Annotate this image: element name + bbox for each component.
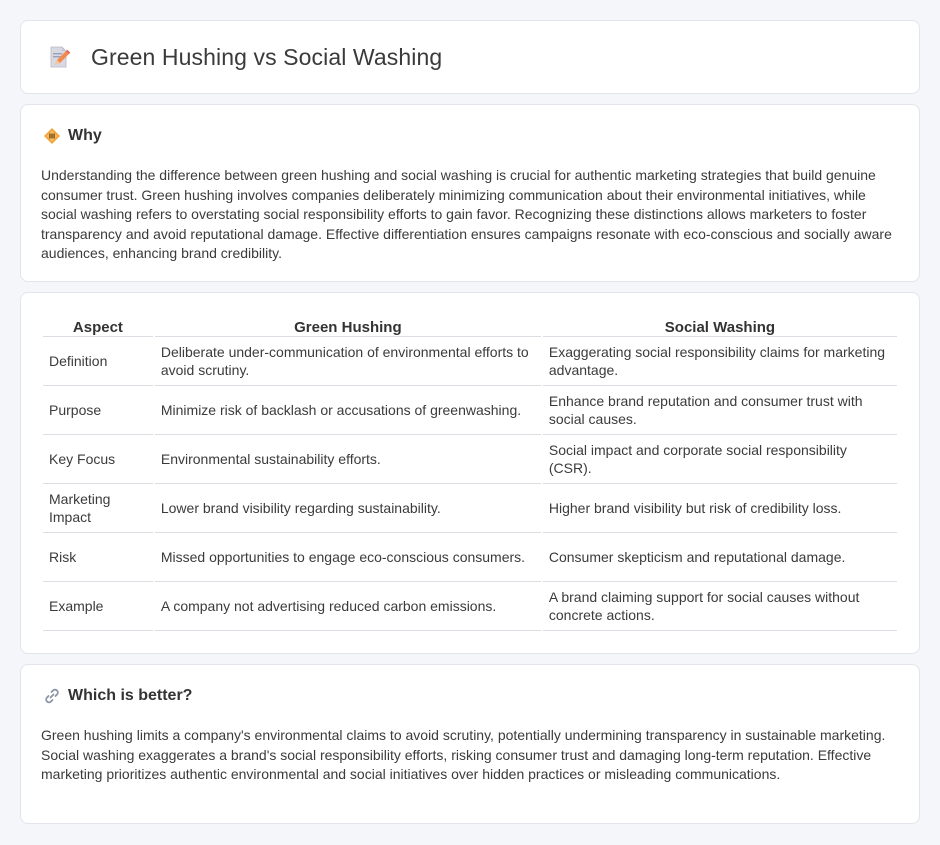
column-header-social-washing: Social Washing xyxy=(542,315,897,337)
why-paragraph: Understanding the difference between gre… xyxy=(41,167,892,262)
why-heading: Why xyxy=(68,127,102,144)
social-washing-cell: Enhance brand reputation and consumer tr… xyxy=(542,386,897,435)
social-washing-cell: Social impact and corporate social respo… xyxy=(542,435,897,484)
table-header-row: Aspect Green Hushing Social Washing xyxy=(43,315,897,337)
page-title: Green Hushing vs Social Washing xyxy=(91,43,443,70)
aspect-cell: Marketing Impact xyxy=(43,484,153,533)
link-icon xyxy=(45,688,59,704)
social-washing-cell: Higher brand visibility but risk of cred… xyxy=(542,484,897,533)
social-washing-cell: Exaggerating social responsibility claim… xyxy=(542,337,897,386)
table-row: Key Focus Environmental sustainability e… xyxy=(43,435,897,484)
why-section: Why Understanding the difference between… xyxy=(20,104,920,282)
comparison-table: Aspect Green Hushing Social Washing Defi… xyxy=(41,315,899,631)
better-heading: Which is better? xyxy=(68,687,193,704)
why-heading-row: Why xyxy=(43,127,102,145)
which-is-better-section: Which is better? Green hushing limits a … xyxy=(20,664,920,824)
title-card: Green Hushing vs Social Washing xyxy=(20,20,920,94)
column-header-green-hushing: Green Hushing xyxy=(154,315,541,337)
aspect-cell: Example xyxy=(43,582,153,631)
table-row: Definition Deliberate under-communicatio… xyxy=(43,337,897,386)
table-row: Example A company not advertising reduce… xyxy=(43,582,897,631)
comparison-section: Aspect Green Hushing Social Washing Defi… xyxy=(20,292,920,654)
aspect-cell: Purpose xyxy=(43,386,153,435)
green-hushing-cell: Missed opportunities to engage eco-consc… xyxy=(154,533,541,582)
green-hushing-cell: A company not advertising reduced carbon… xyxy=(154,582,541,631)
better-heading-row: Which is better? xyxy=(43,687,192,705)
document-pencil-icon xyxy=(50,46,71,68)
table-row: Purpose Minimize risk of backlash or acc… xyxy=(43,386,897,435)
column-header-aspect: Aspect xyxy=(43,315,153,337)
green-hushing-cell: Deliberate under-communication of enviro… xyxy=(154,337,541,386)
green-hushing-cell: Lower brand visibility regarding sustain… xyxy=(154,484,541,533)
aspect-cell: Definition xyxy=(43,337,153,386)
social-washing-cell: A brand claiming support for social caus… xyxy=(542,582,897,631)
table-row: Marketing Impact Lower brand visibility … xyxy=(43,484,897,533)
green-hushing-cell: Environmental sustainability efforts. xyxy=(154,435,541,484)
social-washing-cell: Consumer skepticism and reputational dam… xyxy=(542,533,897,582)
aspect-cell: Key Focus xyxy=(43,435,153,484)
better-paragraph: Green hushing limits a company's environ… xyxy=(41,727,886,783)
green-hushing-cell: Minimize risk of backlash or accusations… xyxy=(154,386,541,435)
aspect-cell: Risk xyxy=(43,533,153,582)
table-row: Risk Missed opportunities to engage eco-… xyxy=(43,533,897,582)
warning-diamond-icon xyxy=(44,128,60,144)
